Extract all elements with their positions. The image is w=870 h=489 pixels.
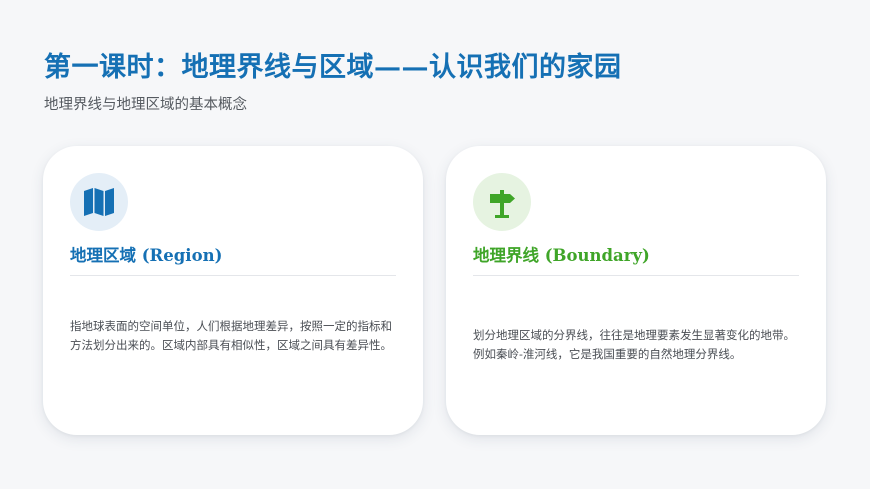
signpost-icon-badge <box>473 173 531 231</box>
region-card: 地理区域 (Region) 指地球表面的空间单位，人们根据地理差异，按照一定的指… <box>43 146 423 435</box>
region-description: 指地球表面的空间单位，人们根据地理差异，按照一定的指标和方法划分出来的。区域内部… <box>70 319 392 352</box>
signpost-icon <box>490 190 515 218</box>
boundary-description: 划分地理区域的分界线，往往是地理要素发生显著变化的地带。例如秦岭-淮河线，它是我… <box>473 328 795 361</box>
page-subtitle: 地理界线与地理区域的基本概念 <box>44 97 247 113</box>
page-title: 第一课时：地理界线与区域——认识我们的家园 <box>44 52 622 83</box>
map-icon <box>84 188 114 216</box>
region-heading: 地理区域 (Region) <box>70 246 223 265</box>
boundary-card: 地理界线 (Boundary) 划分地理区域的分界线，往往是地理要素发生显著变化… <box>446 146 826 435</box>
boundary-divider <box>473 275 799 276</box>
boundary-heading: 地理界线 (Boundary) <box>473 246 650 265</box>
region-divider <box>70 275 396 276</box>
map-icon-badge <box>70 173 128 231</box>
